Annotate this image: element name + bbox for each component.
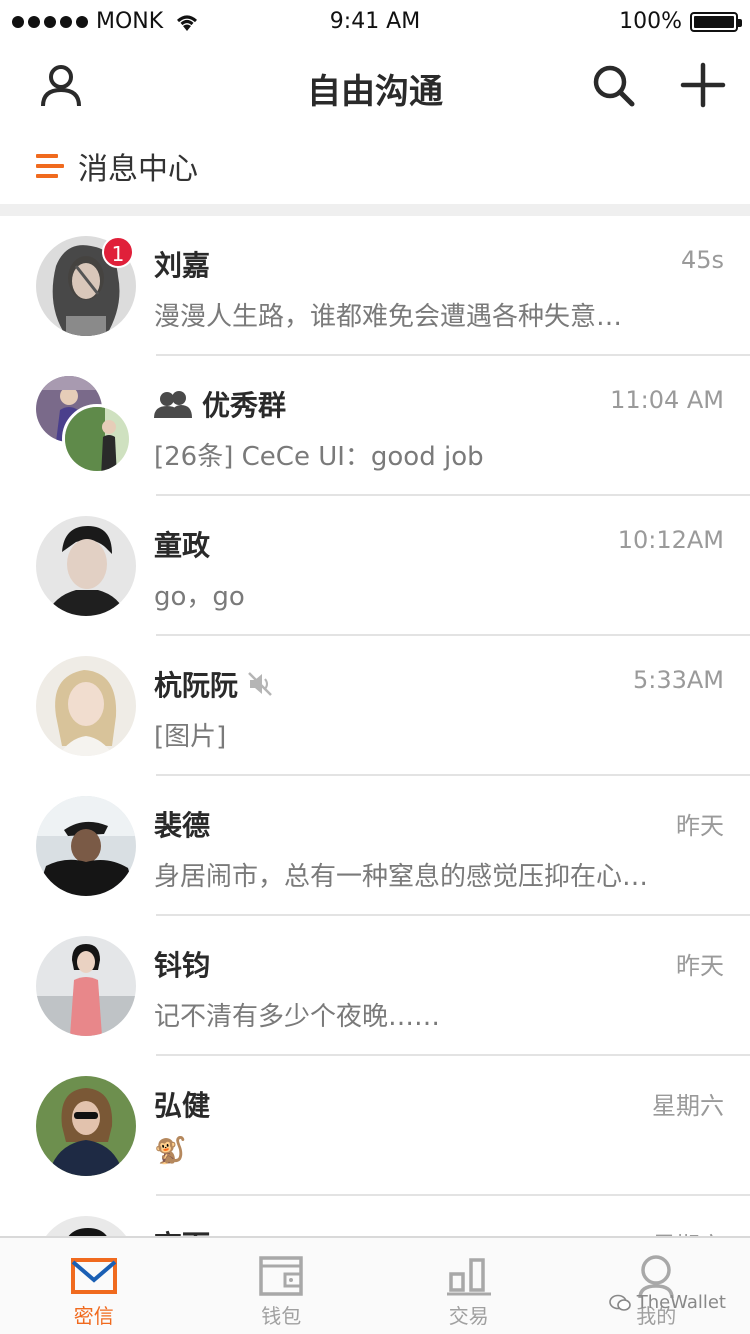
search-icon[interactable] [588, 60, 638, 110]
chat-preview: 身居闹市，总有一种窒息的感觉压抑在心… [154, 862, 649, 892]
avatar [36, 1076, 136, 1176]
chat-preview: 🐒 [154, 1136, 187, 1166]
mute-icon [248, 672, 272, 696]
mail-icon [70, 1258, 117, 1294]
chat-row[interactable]: 高而 星期六 [0, 1196, 750, 1236]
chat-preview: 漫漫人生路，谁都难免会遭遇各种失意… [154, 302, 623, 332]
chat-row[interactable]: 杭阮阮 5:33AM [图片] [0, 636, 750, 776]
unread-badge: 1 [102, 236, 134, 268]
watermark-text: TheWallet [636, 1292, 726, 1313]
avatar [36, 1216, 136, 1236]
section-header[interactable]: 消息中心 [0, 128, 750, 204]
watermark: TheWallet [608, 1292, 726, 1313]
tab-label: 密信 [73, 1304, 114, 1328]
chat-preview: go，go [154, 582, 245, 612]
nav-bar: 自由沟通 [0, 44, 750, 128]
battery-percent: 100% [619, 9, 682, 34]
chat-row[interactable]: 童政 10:12AM go，go [0, 496, 750, 636]
wallet-icon [259, 1256, 303, 1296]
tab-messages[interactable]: 密信 [0, 1238, 188, 1334]
wechat-icon [608, 1294, 631, 1311]
battery-status: 100% [619, 9, 742, 34]
chat-list: 1 刘嘉 45s 漫漫人生路，谁都难免会遭遇各种失意… 优秀群 11:04 AM… [0, 216, 750, 1236]
tab-label: 交易 [448, 1304, 489, 1328]
chat-name: 童政 [154, 529, 211, 562]
chart-icon [446, 1258, 491, 1296]
chat-time: 昨天 [676, 812, 724, 840]
avatar [36, 516, 136, 616]
tab-wallet[interactable]: 钱包 [188, 1238, 376, 1334]
group-icon [154, 391, 192, 418]
group-avatar [36, 374, 136, 478]
chat-name: 钭钧 [154, 949, 211, 982]
chat-row[interactable]: 钭钧 昨天 记不清有多少个夜晚…… [0, 916, 750, 1056]
status-bar: MONK 9:41 AM 100% [0, 0, 750, 44]
chat-time: 45s [680, 246, 724, 274]
chat-row[interactable]: 1 刘嘉 45s 漫漫人生路，谁都难免会遭遇各种失意… [0, 216, 750, 356]
chat-time: 昨天 [676, 952, 724, 980]
section-divider [0, 204, 750, 216]
chat-time: 5:33AM [632, 666, 724, 694]
avatar [62, 404, 132, 474]
tab-bar: 密信 钱包 交易 我的 [0, 1236, 750, 1334]
chat-preview: [26条] CeCe UI：good job [154, 442, 484, 472]
tab-trade[interactable]: 交易 [375, 1238, 563, 1334]
chat-time: 星期六 [652, 1226, 724, 1236]
chat-time: 11:04 AM [610, 386, 724, 414]
chat-row[interactable]: 弘健 星期六 🐒 [0, 1056, 750, 1196]
chat-preview: 记不清有多少个夜晚…… [154, 1002, 441, 1032]
tab-label: 钱包 [261, 1304, 302, 1328]
chat-name: 高而 [154, 1224, 210, 1236]
chat-name: 弘健 [154, 1089, 211, 1122]
avatar [36, 936, 136, 1036]
menu-icon [36, 154, 64, 178]
tab-profile[interactable]: 我的 [563, 1238, 750, 1334]
section-title: 消息中心 [78, 152, 198, 187]
chat-row[interactable]: 裴德 昨天 身居闹市，总有一种窒息的感觉压抑在心… [0, 776, 750, 916]
chat-row[interactable]: 优秀群 11:04 AM [26条] CeCe UI：good job [0, 356, 750, 496]
chat-time: 10:12AM [617, 526, 724, 554]
chat-time: 星期六 [652, 1092, 724, 1120]
add-icon[interactable] [678, 60, 728, 110]
chat-preview: [图片] [154, 722, 227, 752]
avatar [36, 656, 136, 756]
chat-name: 优秀群 [154, 384, 286, 424]
battery-icon [690, 11, 742, 32]
chat-name: 杭阮阮 [154, 664, 274, 704]
avatar [36, 796, 136, 896]
chat-name: 裴德 [154, 809, 211, 842]
chat-name: 刘嘉 [154, 249, 211, 282]
